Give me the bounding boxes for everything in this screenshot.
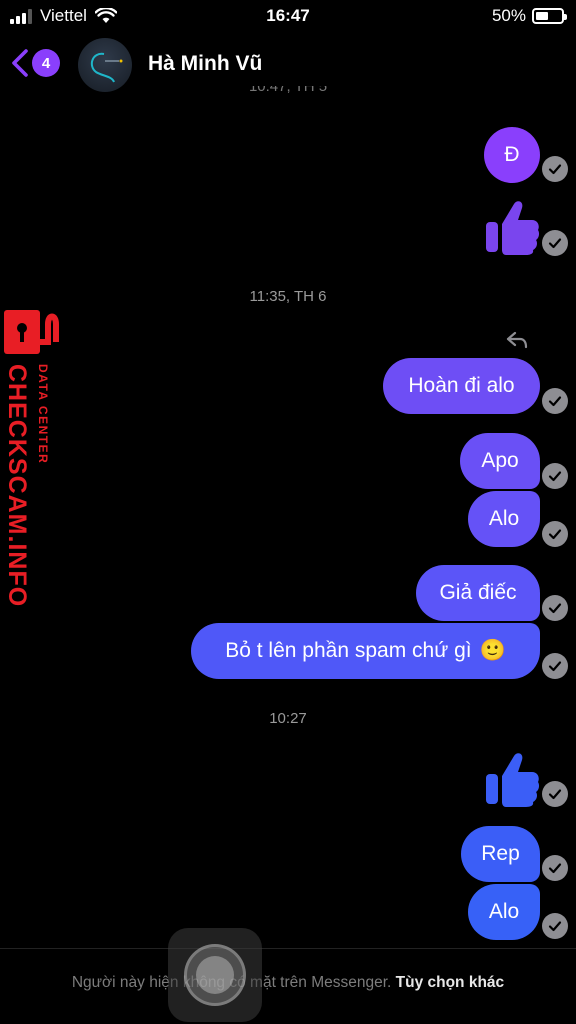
status-bar: Viettel 16:47 50%	[0, 0, 576, 32]
footer-bar: Người này hiện không có mặt trên Messeng…	[0, 948, 576, 1024]
message-text: Alo	[488, 507, 520, 530]
message-text: Apo	[481, 449, 519, 472]
sent-check-icon	[542, 595, 568, 621]
more-options-link[interactable]: Tùy chọn khác	[396, 974, 505, 991]
timestamp: 11:35, TH 6	[249, 288, 327, 305]
message-bubble[interactable]: Giả điếc	[416, 565, 540, 621]
lock-icon	[4, 310, 59, 354]
contact-name[interactable]: Hà Minh Vũ	[148, 52, 262, 76]
message-bubble[interactable]: Hoàn đi alo	[383, 358, 540, 414]
sent-check-icon	[542, 781, 568, 807]
message-bubble[interactable]: Đ	[484, 127, 540, 183]
status-time: 16:47	[266, 6, 310, 25]
avatar[interactable]	[78, 38, 132, 92]
sent-check-icon	[542, 913, 568, 939]
timestamp: 10:27	[269, 710, 307, 727]
timestamp-partial: 10:47, TH 5	[248, 86, 328, 95]
sent-check-icon	[542, 855, 568, 881]
unread-badge: 4	[32, 49, 60, 77]
assistive-touch-button[interactable]	[168, 928, 262, 1022]
message-bubble[interactable]: Alo	[468, 491, 540, 547]
sent-check-icon	[542, 388, 568, 414]
unavailable-notice: Người này hiện không có mặt trên Messeng…	[60, 971, 516, 994]
status-right: 50%	[491, 6, 567, 26]
sent-check-icon	[542, 230, 568, 256]
sent-check-icon	[542, 521, 568, 547]
watermark-title: CHECKSCAM.INFO	[3, 364, 31, 608]
battery-icon	[532, 8, 567, 24]
chevron-left-icon	[12, 49, 28, 77]
message-text: Đ	[504, 143, 520, 166]
thumbs-up-icon[interactable]	[484, 750, 540, 808]
smile-emoji: 🙂	[479, 639, 506, 662]
thumbs-up-icon[interactable]	[484, 198, 540, 256]
sent-check-icon	[542, 653, 568, 679]
message-bubble[interactable]: Bỏ t lên phần spam chứ gì 🙂	[191, 623, 540, 679]
sent-check-icon	[542, 156, 568, 182]
message-text: Rep	[481, 842, 520, 865]
message-bubble[interactable]: Alo	[468, 884, 540, 940]
message-text: Bỏ t lên phần spam chứ gì	[225, 639, 472, 662]
back-button[interactable]: 4	[10, 48, 60, 78]
message-bubble[interactable]: Apo	[460, 433, 540, 489]
watermark-subtitle: DATA CENTER	[36, 364, 50, 465]
sent-check-icon	[542, 463, 568, 489]
message-text: Giả điếc	[439, 581, 517, 604]
reply-icon	[506, 331, 528, 349]
message-bubble[interactable]: Rep	[461, 826, 540, 882]
message-text: Hoàn đi alo	[408, 374, 515, 397]
message-text: Alo	[488, 900, 520, 923]
battery-percent: 50%	[491, 6, 526, 25]
